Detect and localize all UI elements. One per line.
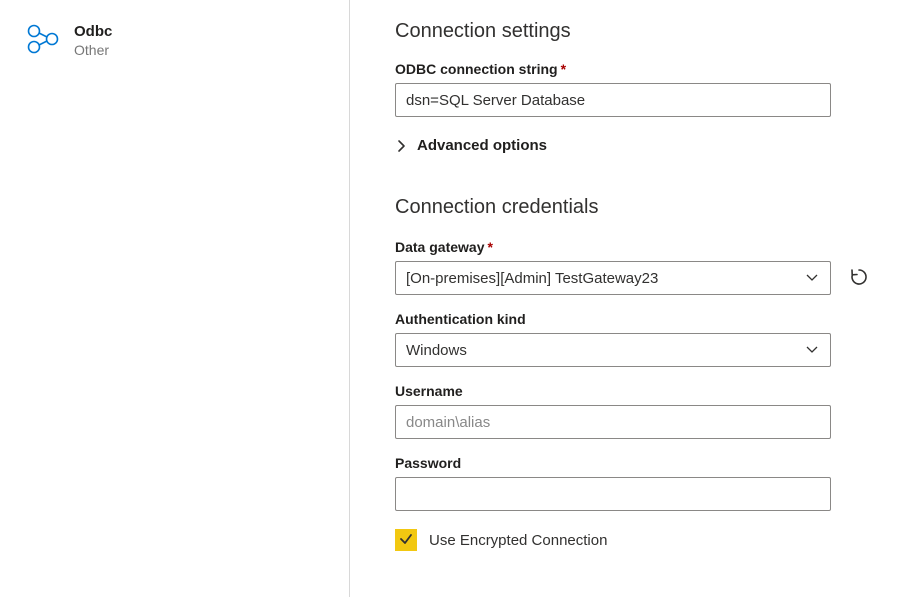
- refresh-gateway-button[interactable]: [845, 263, 873, 294]
- odbc-connector-icon: [26, 22, 60, 56]
- gateway-select[interactable]: [395, 261, 831, 295]
- advanced-options-toggle[interactable]: Advanced options: [395, 137, 880, 154]
- conn-string-label: ODBC connection string*: [395, 61, 880, 77]
- conn-string-input[interactable]: [395, 83, 831, 117]
- password-input[interactable]: [395, 477, 831, 511]
- password-label: Password: [395, 455, 880, 471]
- gateway-label: Data gateway*: [395, 239, 880, 255]
- username-input[interactable]: [395, 405, 831, 439]
- check-icon: [399, 532, 413, 549]
- refresh-icon: [849, 267, 869, 290]
- required-asterisk: *: [561, 61, 566, 77]
- connection-credentials-heading: Connection credentials: [395, 196, 880, 219]
- encrypted-connection-checkbox[interactable]: [395, 529, 417, 551]
- advanced-options-label: Advanced options: [417, 137, 547, 154]
- connection-settings-heading: Connection settings: [395, 20, 880, 43]
- encrypted-connection-label: Use Encrypted Connection: [429, 532, 607, 549]
- auth-kind-select[interactable]: [395, 333, 831, 367]
- required-asterisk: *: [487, 239, 492, 255]
- connector-summary-panel: Odbc Other: [0, 0, 350, 597]
- auth-kind-label: Authentication kind: [395, 311, 880, 327]
- username-label: Username: [395, 383, 880, 399]
- connector-title: Odbc: [74, 23, 112, 41]
- connector-subtitle: Other: [74, 42, 112, 58]
- chevron-right-icon: [397, 139, 407, 153]
- settings-panel: Connection settings ODBC connection stri…: [350, 0, 914, 597]
